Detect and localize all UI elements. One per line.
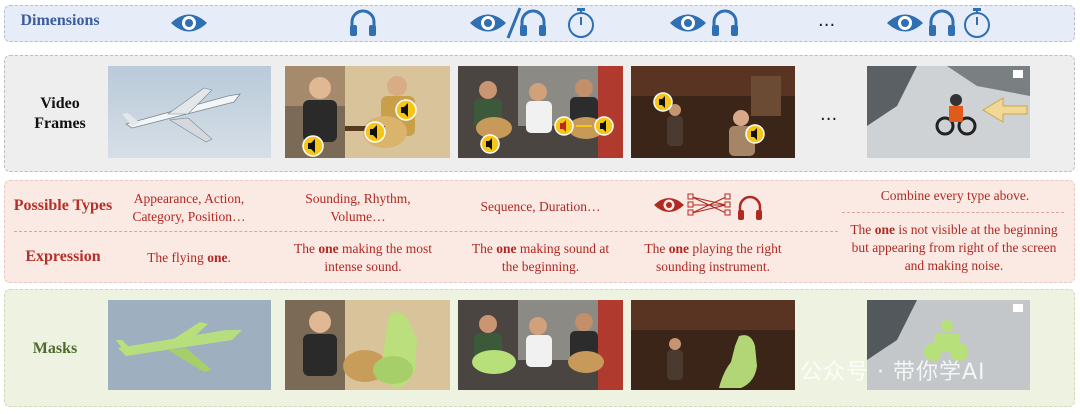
types-col2: Sounding, Rhythm, Volume…: [283, 190, 433, 226]
video-frames-label-line1: Video: [40, 95, 80, 112]
types-col2-line2: Volume…: [330, 209, 386, 224]
expression-col4-line2: sounding instrument.: [656, 259, 770, 274]
expression-col5: The one is not visible at the beginning …: [836, 221, 1072, 275]
mask-frame-airplane: [108, 300, 271, 390]
eye-headphones-fusion-diagram: [654, 193, 762, 220]
expression-col3: The one making sound at the beginning.: [458, 240, 623, 276]
expression-col3-bold: one: [496, 241, 517, 256]
types-col1-line1: Appearance, Action,: [133, 191, 245, 206]
expression-col3-pre: The: [471, 241, 497, 256]
expression-col1: The flying one.: [118, 249, 260, 267]
expression-col2-pre: The: [294, 241, 319, 256]
types-col1: Appearance, Action, Category, Position…: [118, 190, 260, 226]
expression-col4: The one playing the right sounding instr…: [631, 240, 795, 276]
video-frame-snow-bike: [867, 66, 1030, 158]
mask-frame-guitarists: [458, 300, 623, 390]
expression-label: Expression: [25, 248, 101, 265]
mask-frame-musicians: [285, 300, 450, 390]
video-frame-dark-room: [631, 66, 795, 158]
stopwatch-icon: [964, 8, 990, 38]
headphones-icon: [350, 9, 376, 36]
video-frames-label: Video Frames: [20, 94, 100, 134]
eye-icon: [470, 14, 506, 32]
ellipsis: ...: [820, 104, 838, 125]
expression-col5-bold: one: [874, 222, 895, 237]
video-frames-label-line2: Frames: [34, 115, 86, 132]
expression-col5-line1: The one is not visible at the beginning: [850, 222, 1058, 237]
expression-col1-post: .: [227, 250, 231, 265]
headphones-icon: [712, 9, 738, 36]
dimensions-label: Dimensions: [20, 12, 100, 29]
ellipsis: ...: [818, 10, 836, 31]
eye-icon: [171, 14, 207, 32]
video-frame-guitarists: [458, 66, 623, 158]
expression-col1-pre: The flying: [147, 250, 208, 265]
types-col3: Sequence, Duration…: [480, 199, 601, 214]
expression-col3-line2: the beginning.: [501, 259, 580, 274]
types-col1-line2: Category, Position…: [132, 209, 246, 224]
expression-col5-line2: but appearing from right of the screen: [851, 240, 1057, 255]
expression-col4-bold: one: [668, 241, 689, 256]
expression-col2: The one making the most intense sound.: [283, 240, 443, 276]
expression-col2-line2: intense sound.: [324, 259, 402, 274]
types-divider-col5: [842, 212, 1064, 213]
expression-col4-line1: The one playing the right: [644, 241, 782, 256]
watermark: 公众号 · 带你学AI: [800, 360, 986, 385]
expression-col4-pre: The: [644, 241, 669, 256]
expression-col5-pre: The: [850, 222, 875, 237]
types-col2-line1: Sounding, Rhythm,: [305, 191, 411, 206]
video-frame-airplane: [108, 66, 271, 158]
video-frame-musicians: [285, 66, 450, 158]
expression-col5-line3: and making noise.: [904, 258, 1004, 273]
eye-icon: [887, 14, 923, 32]
headphones-icon: [929, 9, 955, 36]
headphones-icon: [520, 9, 546, 36]
possible-types-label: Possible Types: [13, 197, 113, 214]
types-expression-divider: [14, 231, 838, 232]
stopwatch-icon: [568, 8, 594, 38]
expression-col1-bold: one: [207, 250, 228, 265]
expression-col2-line1: The one making the most: [294, 241, 432, 256]
eye-icon: [670, 14, 706, 32]
masks-label: Masks: [32, 340, 78, 357]
types-col5: Combine every type above.: [880, 188, 1030, 203]
expression-col3-line1: The one making sound at: [471, 241, 610, 256]
expression-col2-bold: one: [318, 241, 339, 256]
mask-frame-dark-room: [631, 300, 795, 390]
